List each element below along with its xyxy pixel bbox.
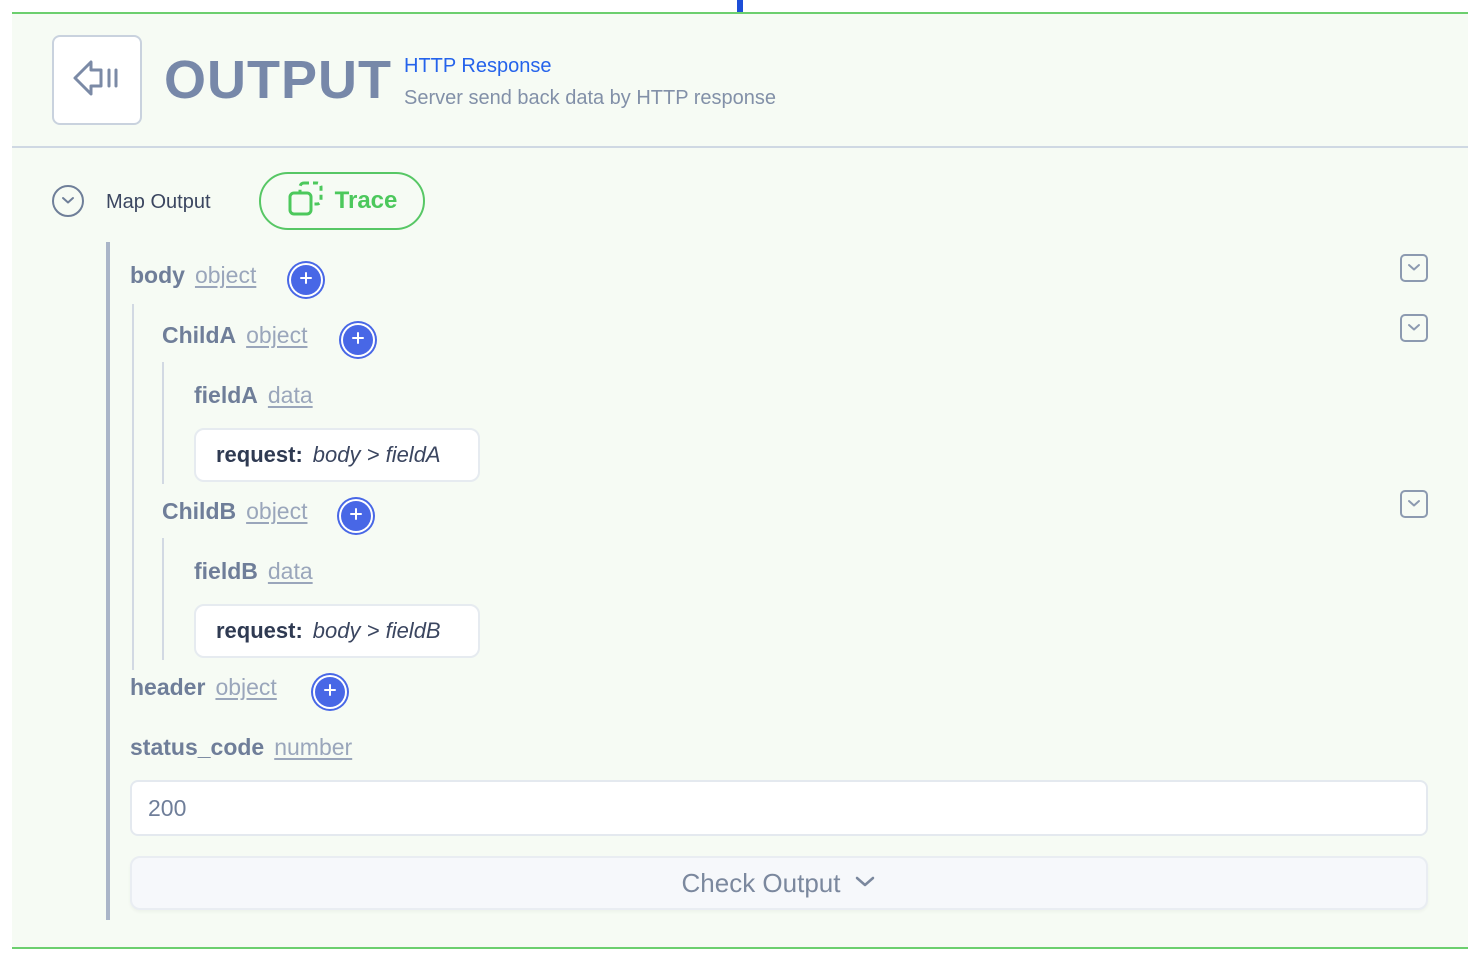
- chevron-down-icon: [1407, 319, 1421, 337]
- field-type[interactable]: object: [246, 498, 307, 525]
- collapse-childa-button[interactable]: [1400, 314, 1428, 342]
- add-child-header-button[interactable]: [315, 677, 345, 707]
- exit-arrow-icon: [71, 54, 123, 107]
- add-child-body-button[interactable]: [291, 265, 321, 295]
- add-child-childa-button[interactable]: [343, 325, 373, 355]
- field-name: fieldA: [194, 382, 258, 408]
- trace-icon: [287, 181, 325, 222]
- output-node-panel: OUTPUT HTTP Response Server send back da…: [12, 12, 1468, 949]
- fieldb-mapping[interactable]: request: body > fieldB: [194, 604, 480, 658]
- field-name: body: [130, 262, 185, 288]
- check-output-button[interactable]: Check Output: [130, 856, 1428, 910]
- trace-label: Trace: [334, 187, 398, 214]
- field-name: ChildA: [162, 322, 237, 348]
- map-output-toggle[interactable]: [52, 185, 84, 217]
- field-name: fieldB: [194, 558, 258, 584]
- field-name: ChildB: [162, 498, 237, 524]
- field-type[interactable]: object: [246, 322, 307, 349]
- plus-icon: [298, 270, 314, 291]
- tree-item-fieldb: fieldB data: [194, 558, 313, 588]
- add-child-childb-button[interactable]: [341, 501, 371, 531]
- mapping-key: request:: [216, 618, 303, 643]
- body-guide-line: [132, 304, 134, 670]
- collapse-childb-button[interactable]: [1400, 490, 1428, 518]
- field-type[interactable]: number: [274, 734, 352, 761]
- output-node-icon-box: [52, 35, 142, 125]
- tree-item-body: body object: [130, 262, 256, 292]
- chevron-down-icon: [61, 192, 75, 210]
- tree-item-fielda: fieldA data: [194, 382, 313, 412]
- tree-item-header: header object: [130, 674, 277, 704]
- node-header: OUTPUT HTTP Response Server send back da…: [12, 14, 1468, 148]
- tree-item-childa: ChildA object: [162, 322, 307, 352]
- check-output-label: Check Output: [681, 867, 841, 898]
- chevron-down-icon: [854, 874, 876, 893]
- field-type[interactable]: object: [195, 262, 256, 289]
- mapping-key: request:: [216, 442, 303, 467]
- top-connector: [737, 0, 743, 12]
- field-type[interactable]: data: [268, 558, 313, 585]
- tree-item-status-code: status_code number: [130, 734, 352, 764]
- chevron-down-icon: [1407, 259, 1421, 277]
- map-output-label: Map Output: [106, 191, 211, 213]
- node-title: OUTPUT: [164, 50, 392, 110]
- plus-icon: [348, 506, 364, 527]
- field-type[interactable]: object: [215, 674, 276, 701]
- mapping-value: body > fieldA: [312, 442, 441, 467]
- chevron-down-icon: [1407, 495, 1421, 513]
- status-code-input[interactable]: [130, 780, 1428, 836]
- plus-icon: [350, 330, 366, 351]
- tree-guide-line: [106, 242, 110, 920]
- field-name: status_code: [130, 734, 265, 760]
- mapping-value: body > fieldB: [312, 618, 441, 643]
- field-type[interactable]: data: [268, 382, 313, 409]
- field-name: header: [130, 674, 206, 700]
- canvas: OUTPUT HTTP Response Server send back da…: [0, 0, 1484, 967]
- collapse-body-button[interactable]: [1400, 254, 1428, 282]
- trace-button[interactable]: Trace: [259, 172, 425, 230]
- node-subtitle: HTTP Response: [404, 55, 552, 77]
- childa-guide-line: [162, 362, 164, 484]
- tree-item-childb: ChildB object: [162, 498, 307, 528]
- fielda-mapping[interactable]: request: body > fieldA: [194, 428, 480, 482]
- node-description: Server send back data by HTTP response: [404, 87, 777, 109]
- childb-guide-line: [162, 538, 164, 660]
- plus-icon: [322, 682, 338, 703]
